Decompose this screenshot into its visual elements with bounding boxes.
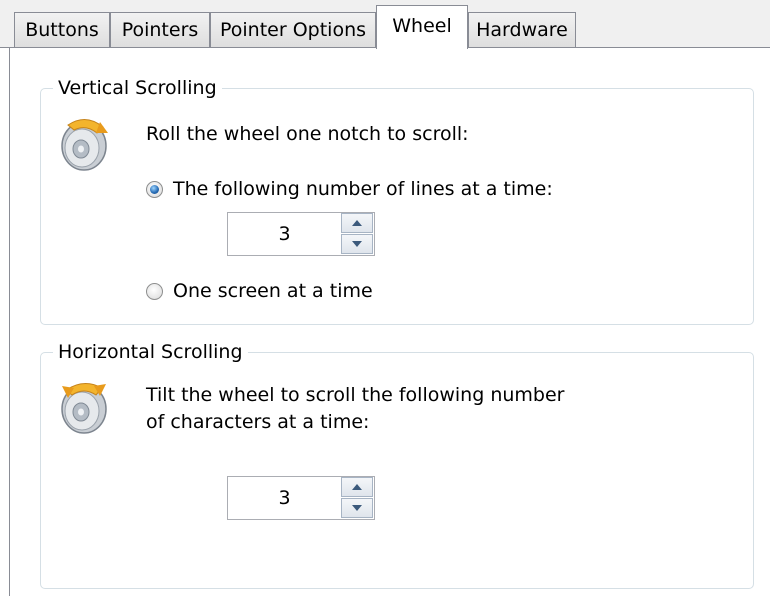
arrow-up-icon — [352, 484, 362, 490]
radio-screen-label: One screen at a time — [173, 280, 373, 302]
radio-lines-button[interactable] — [146, 180, 163, 198]
tab-pointers[interactable]: Pointers — [110, 12, 210, 47]
arrow-down-icon — [352, 241, 362, 247]
radio-one-screen[interactable]: One screen at a time — [146, 280, 373, 302]
tab-buttons[interactable]: Buttons — [14, 12, 110, 47]
tab-hardware[interactable]: Hardware — [468, 12, 576, 47]
tab-pointer-options[interactable]: Pointer Options — [210, 12, 376, 47]
radio-lines-at-a-time[interactable]: The following number of lines at a time: — [146, 178, 553, 200]
horizontal-scrolling-title: Horizontal Scrolling — [53, 341, 248, 363]
chars-spinner — [227, 476, 377, 520]
vertical-instruction: Roll the wheel one notch to scroll: — [146, 123, 469, 145]
tab-wheel[interactable]: Wheel — [376, 5, 468, 49]
chars-spin-up-button[interactable] — [341, 477, 373, 497]
horizontal-instruction-line1: Tilt the wheel to scroll the following n… — [146, 384, 565, 406]
mouse-properties-wheel-page: Buttons Pointers Pointer Options Wheel H… — [0, 0, 770, 596]
panel-left-border — [9, 48, 10, 596]
horizontal-instruction-line2: of characters at a time: — [146, 411, 370, 433]
mouse-wheel-vertical-icon — [61, 119, 108, 171]
chars-input[interactable] — [227, 476, 341, 520]
radio-screen-button[interactable] — [146, 282, 163, 300]
vertical-scrolling-title: Vertical Scrolling — [53, 77, 222, 99]
lines-spin-down-button[interactable] — [341, 234, 373, 254]
mouse-wheel-horizontal-icon — [61, 383, 107, 434]
lines-spinner — [227, 212, 377, 256]
lines-input[interactable] — [227, 212, 341, 256]
chars-spin-down-button[interactable] — [341, 498, 373, 518]
arrow-down-icon — [352, 505, 362, 511]
arrow-up-icon — [352, 220, 362, 226]
lines-spin-up-button[interactable] — [341, 213, 373, 233]
radio-lines-label: The following number of lines at a time: — [173, 178, 553, 200]
